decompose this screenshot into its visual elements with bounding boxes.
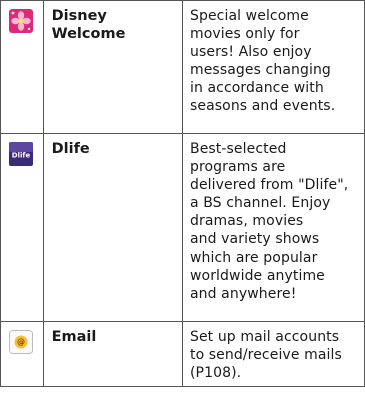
- dlife-icon: Dlife: [9, 142, 33, 166]
- app-name: Disney Welcome: [51, 8, 126, 42]
- name-cell: Dlife: [42, 133, 183, 322]
- email-icon: @: [9, 330, 33, 354]
- icon-cell: Dlife: [0, 133, 44, 322]
- description-cell: Set up mail accounts to send/receive mai…: [181, 320, 365, 388]
- table-row: @ Email Set up mail accounts to send/rec…: [0, 320, 365, 388]
- app-name: Email: [51, 329, 97, 345]
- app-name: Dlife: [51, 141, 90, 157]
- description-cell: Special welcome movies only for users! A…: [181, 0, 365, 134]
- svg-text:Dlife: Dlife: [12, 152, 31, 160]
- name-cell: Email: [42, 320, 183, 388]
- description-cell: Best-selected programs are delivered fro…: [181, 133, 365, 322]
- disney-welcome-icon: [9, 9, 33, 33]
- app-description: Best-selected programs are delivered fro…: [189, 141, 349, 302]
- name-cell: Disney Welcome: [42, 0, 183, 134]
- icon-cell: [0, 0, 44, 134]
- app-description: Special welcome movies only for users! A…: [189, 8, 336, 115]
- table-row: Disney Welcome Special welcome movies on…: [0, 0, 365, 134]
- svg-text:@: @: [17, 338, 25, 347]
- app-list-table: Disney Welcome Special welcome movies on…: [0, 0, 365, 388]
- app-description: Set up mail accounts to send/receive mai…: [189, 329, 342, 382]
- icon-cell: @: [0, 320, 44, 388]
- table-row: Dlife Dlife Best-selected programs are d…: [0, 133, 365, 322]
